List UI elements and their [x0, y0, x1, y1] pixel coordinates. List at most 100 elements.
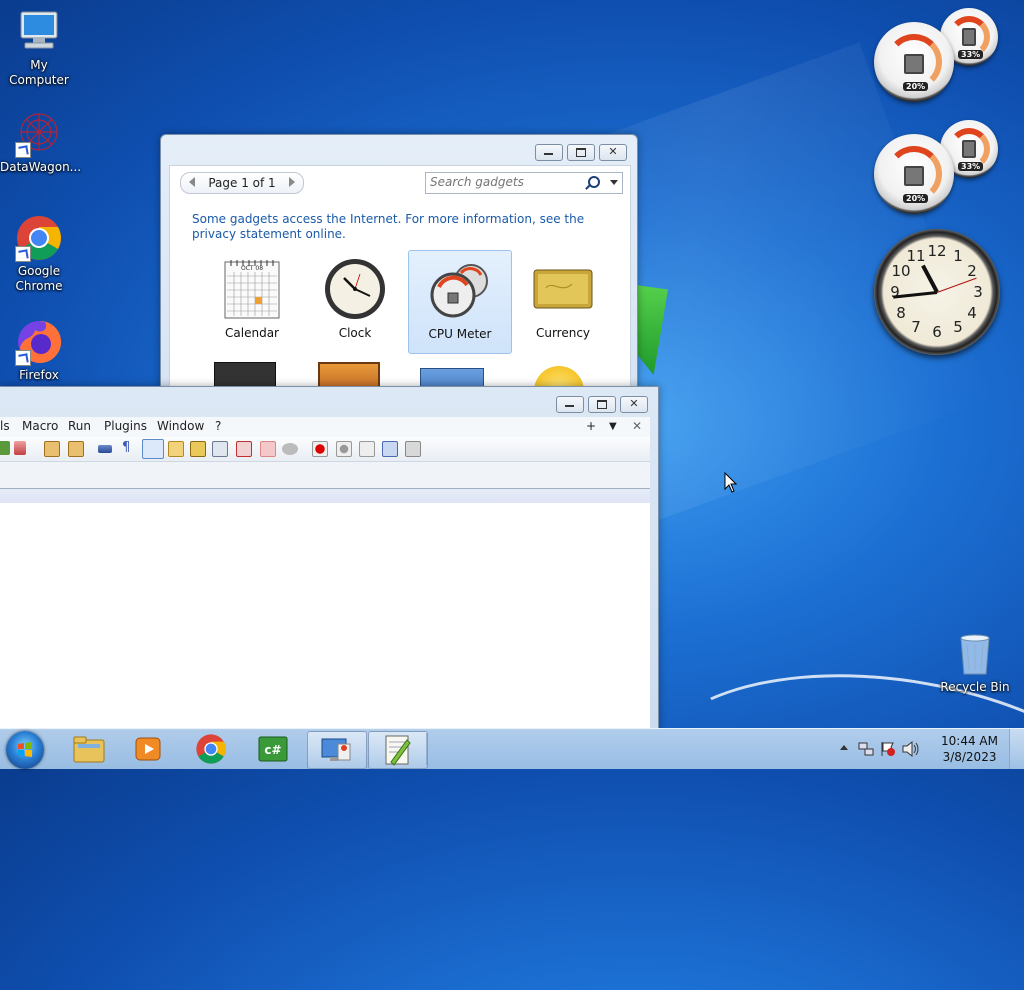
editor-window[interactable]: ✕ ls Macro Run Plugins Window ? + ▼ ✕ ¶ — [0, 386, 659, 730]
firefox-icon — [15, 318, 63, 366]
cpu-chip-icon — [904, 54, 924, 74]
gadget-item-cpu-meter[interactable]: CPU Meter — [408, 250, 512, 354]
action-center-flag-icon[interactable] — [880, 741, 896, 757]
desktop-gadget-icon — [321, 738, 351, 761]
gadget-gallery-window[interactable]: ✕ Page 1 of 1 Some gadgets access the In… — [160, 134, 638, 416]
window-controls: ✕ — [556, 396, 648, 413]
window-controls: ✕ — [535, 144, 627, 161]
gadget-item-label: Currency — [535, 326, 591, 340]
maximize-button[interactable] — [588, 396, 616, 413]
menu-bar: ls Macro Run Plugins Window ? + ▼ ✕ — [0, 417, 650, 438]
memory-chip-icon — [962, 140, 976, 158]
taskbar-notepad-plus-button[interactable] — [368, 731, 428, 769]
show-desktop-button[interactable] — [1009, 729, 1024, 769]
function-list-icon[interactable] — [212, 441, 228, 457]
desktop-icon-label: Google Chrome — [15, 264, 63, 293]
gadget-item-label: Calendar — [225, 326, 279, 340]
volume-icon[interactable] — [902, 741, 920, 757]
zoom-in-icon[interactable] — [44, 441, 60, 457]
clock-number: 2 — [967, 262, 977, 280]
taskbar-explorer-button[interactable] — [60, 731, 118, 767]
record-gray-icon[interactable] — [282, 443, 298, 455]
monitoring-icon[interactable] — [260, 441, 276, 457]
show-hidden-icons-icon[interactable] — [840, 745, 848, 750]
shortcut-arrow-icon — [15, 350, 31, 366]
shortcut-arrow-icon — [15, 246, 31, 262]
show-all-characters-icon[interactable]: ¶ — [122, 440, 136, 455]
gadget-item-clock[interactable]: Clock — [304, 250, 406, 352]
menu-tools[interactable]: ls — [0, 419, 10, 433]
cpu-meter-gadget[interactable]: 33% 20% — [874, 8, 1002, 104]
gadget-item-currency[interactable]: Currency — [512, 250, 614, 352]
indent-guide-icon[interactable] — [142, 439, 164, 459]
menu-run[interactable]: Run — [68, 419, 91, 433]
calendar-icon: OCT 08 — [221, 258, 283, 320]
taskbar-separator — [426, 733, 428, 765]
clock-gadget[interactable]: 12 1 2 3 4 5 6 7 8 9 10 11 — [874, 229, 1000, 355]
search-box[interactable] — [425, 172, 623, 194]
find-replace-icon[interactable] — [14, 441, 26, 455]
taskbar-media-player-button[interactable] — [120, 731, 178, 767]
replace-icon[interactable] — [0, 441, 10, 455]
desktop-icon-datawagon[interactable]: DataWagon... — [0, 110, 81, 175]
search-input[interactable] — [426, 173, 580, 191]
cpu-meter-gadget-2[interactable]: 33% 20% — [874, 120, 1002, 216]
menu-window[interactable]: Window — [157, 419, 204, 433]
menu-plugins[interactable]: Plugins — [104, 419, 147, 433]
save-macro-icon[interactable] — [405, 441, 421, 457]
recycle-bin-icon — [951, 630, 999, 678]
media-player-icon — [135, 737, 161, 761]
minimize-button[interactable] — [535, 144, 563, 161]
clock-number: 8 — [896, 304, 906, 322]
taskbar-chrome-button[interactable] — [182, 731, 240, 767]
start-button[interactable] — [6, 731, 44, 769]
datawagon-icon — [15, 110, 63, 158]
memory-percent: 33% — [958, 162, 984, 171]
memory-percent: 33% — [958, 50, 984, 59]
run-multiple-icon[interactable] — [382, 441, 398, 457]
word-wrap-icon[interactable] — [98, 445, 112, 453]
tab-strip — [0, 489, 650, 503]
menu-help[interactable]: ? — [215, 419, 221, 433]
folder-icon — [73, 736, 105, 763]
close-tab-button[interactable]: ✕ — [632, 419, 642, 433]
calendar-month: OCT 08 — [240, 265, 264, 272]
stop-recording-icon[interactable] — [336, 441, 352, 457]
gadget-item-calendar[interactable]: OCT 08 Calendar — [201, 250, 303, 352]
maximize-button[interactable] — [567, 144, 595, 161]
record-macro-icon[interactable] — [312, 441, 328, 457]
close-button[interactable]: ✕ — [599, 144, 627, 161]
menu-macro[interactable]: Macro — [22, 419, 58, 433]
desktop-icon-firefox[interactable]: Firefox — [0, 318, 78, 383]
cpu-percent: 20% — [903, 82, 929, 91]
clock-hour-hand — [921, 264, 939, 293]
network-icon[interactable] — [858, 741, 874, 757]
taskbar-csharp-button[interactable]: c# — [244, 731, 302, 767]
taskbar: c# 10:44 AM 3/8/2023 — [0, 728, 1024, 769]
mouse-cursor-icon — [724, 472, 738, 493]
folder-workspace-icon[interactable] — [236, 441, 252, 457]
taskbar-clock[interactable]: 10:44 AM 3/8/2023 — [941, 733, 998, 765]
zoom-out-icon[interactable] — [68, 441, 84, 457]
text-editor-area[interactable] — [0, 503, 650, 729]
taskbar-gadget-gallery-button[interactable] — [307, 731, 367, 769]
document-map-icon[interactable] — [190, 441, 206, 457]
define-language-icon[interactable] — [168, 441, 184, 457]
desktop-icon-label: Firefox — [19, 368, 59, 382]
desktop-icon-my-computer[interactable]: My Computer — [0, 8, 78, 88]
desktop-icon-google-chrome[interactable]: Google Chrome — [0, 214, 78, 294]
page-navigator: Page 1 of 1 — [180, 172, 304, 194]
search-icon[interactable] — [588, 176, 600, 188]
internet-notice-link[interactable]: Some gadgets access the Internet. For mo… — [192, 212, 612, 242]
tab-list-button[interactable]: ▼ — [609, 421, 617, 432]
playback-icon[interactable] — [359, 441, 375, 457]
close-button[interactable]: ✕ — [620, 396, 648, 413]
chevron-down-icon[interactable] — [610, 180, 618, 185]
new-tab-button[interactable]: + — [586, 419, 596, 433]
desktop-icon-recycle-bin[interactable]: Recycle Bin — [936, 630, 1014, 695]
clock-number: 3 — [973, 283, 983, 301]
minimize-button[interactable] — [556, 396, 584, 413]
tab-bar — [0, 462, 650, 489]
page-label: Page 1 of 1 — [208, 176, 276, 190]
next-page-icon[interactable] — [289, 177, 295, 187]
